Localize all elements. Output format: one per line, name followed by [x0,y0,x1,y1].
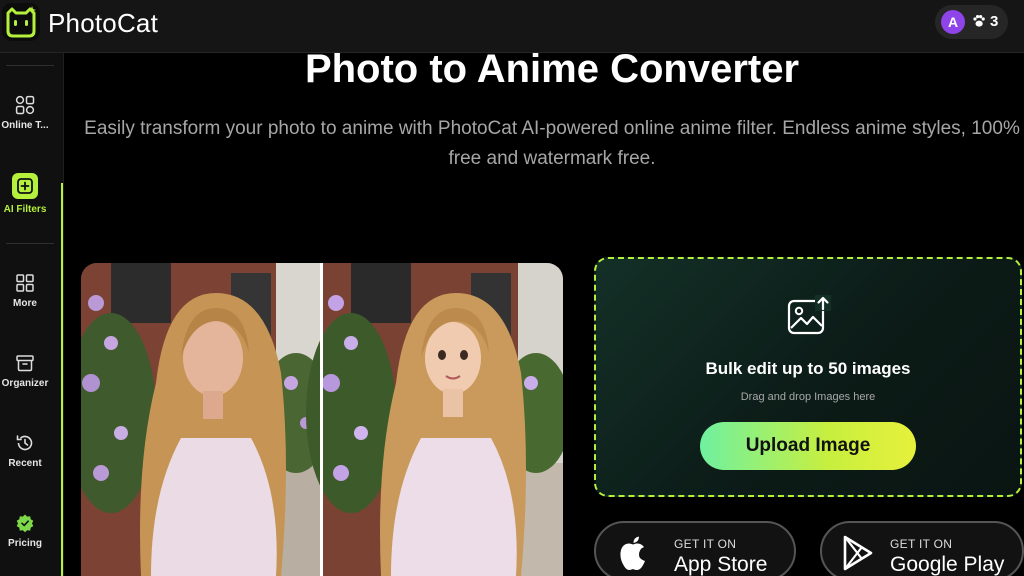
app-store-label: App Store [674,553,768,576]
sidebar-divider [6,243,54,244]
photocat-logo-icon[interactable] [2,3,40,41]
drag-drop-hint: Drag and drop Images here [740,391,876,403]
sidebar-item-label: Recent [8,458,42,469]
sidebar-item-label: Online T... [1,120,49,131]
page-subtitle: Easily transform your photo to anime wit… [84,118,1020,169]
paw-icon [973,15,985,27]
sidebar-scroll-indicator [61,183,63,576]
account-pill[interactable]: A 3 [935,5,1008,39]
google-play-button[interactable]: GET IT ON Google Play [820,521,1024,576]
app-store-small-text: GET IT ON [674,537,737,551]
sidebar-item-label: AI Filters [3,204,47,215]
sidebar-item-ai-filters[interactable]: AI Filters [0,173,50,215]
archive-icon [16,355,34,372]
sidebar-item-label: Pricing [8,538,42,549]
google-play-small-text: GET IT ON [890,537,953,551]
sidebar-item-organizer[interactable]: Organizer [0,353,50,389]
grid-icon [16,274,34,292]
pricing-badge-icon [16,514,34,533]
ai-filter-icon [12,173,38,199]
history-icon [16,435,33,451]
apps-icon [15,95,35,115]
sidebar-item-online-tools[interactable]: Online T... [0,95,50,131]
sidebar-item-pricing[interactable]: Pricing [0,513,50,549]
avatar[interactable]: A [941,10,965,34]
comparison-divider[interactable] [320,263,323,576]
apple-icon [620,536,645,570]
sidebar-item-label: More [13,298,37,309]
page-title: Photo to Anime Converter [304,47,800,91]
top-bar: PhotoCat A 3 [0,0,1024,53]
credits-count: 3 [990,13,999,30]
sidebar-divider [6,65,54,66]
sidebar-item-recent[interactable]: Recent [0,433,50,469]
app-store-button[interactable]: GET IT ON App Store [594,521,796,576]
before-after-comparison[interactable] [81,263,563,576]
sidebar-item-label: Organizer [1,378,49,389]
upload-dropzone[interactable]: Bulk edit up to 50 images Drag and drop … [594,257,1022,497]
upload-image-button[interactable]: Upload Image [700,422,916,470]
app-name[interactable]: PhotoCat [48,8,158,39]
google-play-label: Google Play [890,553,1005,576]
image-upload-icon [787,295,831,335]
sidebar-item-more[interactable]: More [0,273,50,309]
bulk-edit-heading: Bulk edit up to 50 images [705,359,911,378]
sidebar: Online T... AI Filters More Organizer Re… [0,53,64,576]
google-play-icon [843,535,873,571]
